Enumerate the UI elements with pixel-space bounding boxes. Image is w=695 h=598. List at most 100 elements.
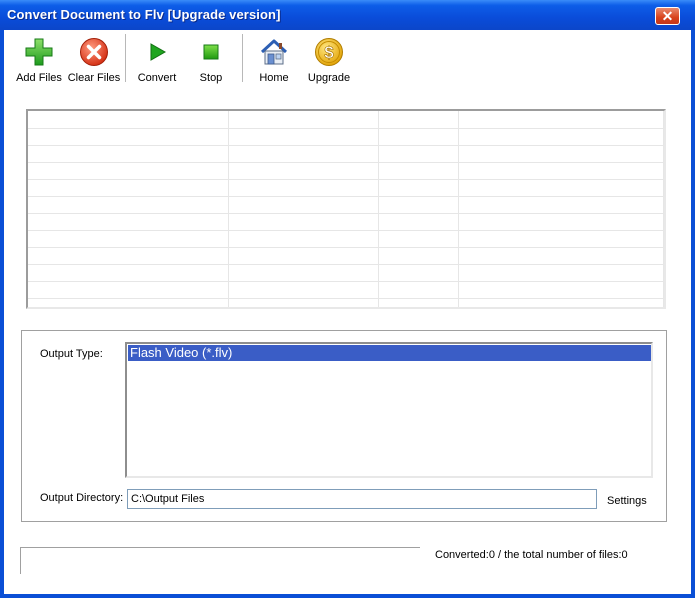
file-list-row[interactable] [28,111,664,129]
file-list-cell [459,247,664,264]
file-list-cell [229,230,379,247]
output-type-list[interactable]: Flash Video (*.flv) [125,342,653,478]
title-bar[interactable]: Convert Document to Flv [Upgrade version… [0,0,695,30]
file-list-cell [229,247,379,264]
status-text: Converted:0 / the total number of files:… [435,549,628,561]
file-list-cell [459,213,664,230]
file-list-cell [459,179,664,196]
output-settings-panel: Output Type: Flash Video (*.flv) Output … [21,330,667,522]
progress-area [20,547,420,574]
file-list-row[interactable] [28,196,664,214]
file-list-cell [28,281,229,298]
toolbar-separator [125,34,127,82]
toolbar-separator [242,34,244,82]
output-type-option-flv[interactable]: Flash Video (*.flv) [128,345,651,361]
stop-label: Stop [199,72,223,84]
file-list-cell [379,196,459,213]
close-icon: ✕ [661,8,674,24]
file-list-cell [229,162,379,179]
file-list-row[interactable] [28,264,664,282]
window-title: Convert Document to Flv [Upgrade version… [7,7,281,22]
file-list-cell [459,162,664,179]
file-list-row[interactable] [28,162,664,180]
file-list-row[interactable] [28,281,664,299]
file-list-cell [459,264,664,281]
stop-icon [203,44,219,60]
file-list-cell [229,111,379,128]
clear-files-label: Clear Files [67,72,121,84]
file-list-cell [229,145,379,162]
clear-icon [80,38,108,66]
file-list-cell [379,111,459,128]
file-list-cell [459,281,664,298]
file-list-cell [379,162,459,179]
output-type-label: Output Type: [40,348,103,360]
file-list-cell [28,196,229,213]
file-list-row[interactable] [28,247,664,265]
output-directory-label: Output Directory: [40,492,124,504]
file-list-cell [459,196,664,213]
file-list-row[interactable] [28,298,664,307]
file-list-cell [28,230,229,247]
file-list-cell [379,298,459,307]
file-list-cell [28,179,229,196]
file-list-row[interactable] [28,128,664,146]
file-list-row[interactable] [28,145,664,163]
toolbar: Add Files Clear Files Convert Stop Home … [4,30,691,88]
file-list-cell [28,247,229,264]
file-list-cell [459,230,664,247]
file-list-cell [229,264,379,281]
file-list-row[interactable] [28,179,664,197]
file-list-cell [379,264,459,281]
svg-text:$: $ [324,43,334,62]
file-list-cell [28,162,229,179]
file-list-cell [229,298,379,307]
convert-button[interactable]: Convert [132,34,182,86]
file-list-row[interactable] [28,213,664,231]
file-list-cell [28,111,229,128]
output-directory-input[interactable] [127,489,597,509]
file-list-cell [379,281,459,298]
clear-files-button[interactable]: Clear Files [66,34,122,86]
plus-icon [25,38,53,66]
home-icon [260,39,288,65]
status-separator: / [498,549,502,561]
file-list-cell [379,247,459,264]
settings-button[interactable]: Settings [607,495,647,507]
file-list-cell [28,128,229,145]
dollar-icon: $ [315,38,343,66]
file-list-cell [229,213,379,230]
file-list-cell [379,213,459,230]
total-files-label: the total number of files: [504,549,622,561]
file-list-cell [459,298,664,307]
file-list-grid[interactable] [26,109,666,309]
file-list-row[interactable] [28,230,664,248]
upgrade-button[interactable]: $ Upgrade [303,34,355,86]
file-list-cell [28,145,229,162]
upgrade-label: Upgrade [307,72,351,84]
add-files-button[interactable]: Add Files [13,34,65,86]
file-list-cell [229,128,379,145]
file-list-cell [379,145,459,162]
file-list-cell [28,298,229,307]
file-list-cell [379,179,459,196]
home-label: Home [259,72,289,84]
home-button[interactable]: Home [253,34,295,86]
file-list-cell [379,230,459,247]
converted-count: 0 [488,549,495,561]
add-files-label: Add Files [16,72,62,84]
play-icon [150,43,167,61]
close-button[interactable]: ✕ [655,7,680,25]
file-list-cell [459,128,664,145]
file-list-cell [229,179,379,196]
file-list-cell [229,281,379,298]
file-list-cell [28,213,229,230]
file-list-cell [379,128,459,145]
app-window: Convert Document to Flv [Upgrade version… [0,0,695,598]
file-list-cell [459,111,664,128]
client-area: Add Files Clear Files Convert Stop Home … [4,30,691,594]
file-list-cell [459,145,664,162]
converted-label: Converted: [435,549,489,561]
convert-label: Convert [137,72,177,84]
stop-button[interactable]: Stop [190,34,232,86]
